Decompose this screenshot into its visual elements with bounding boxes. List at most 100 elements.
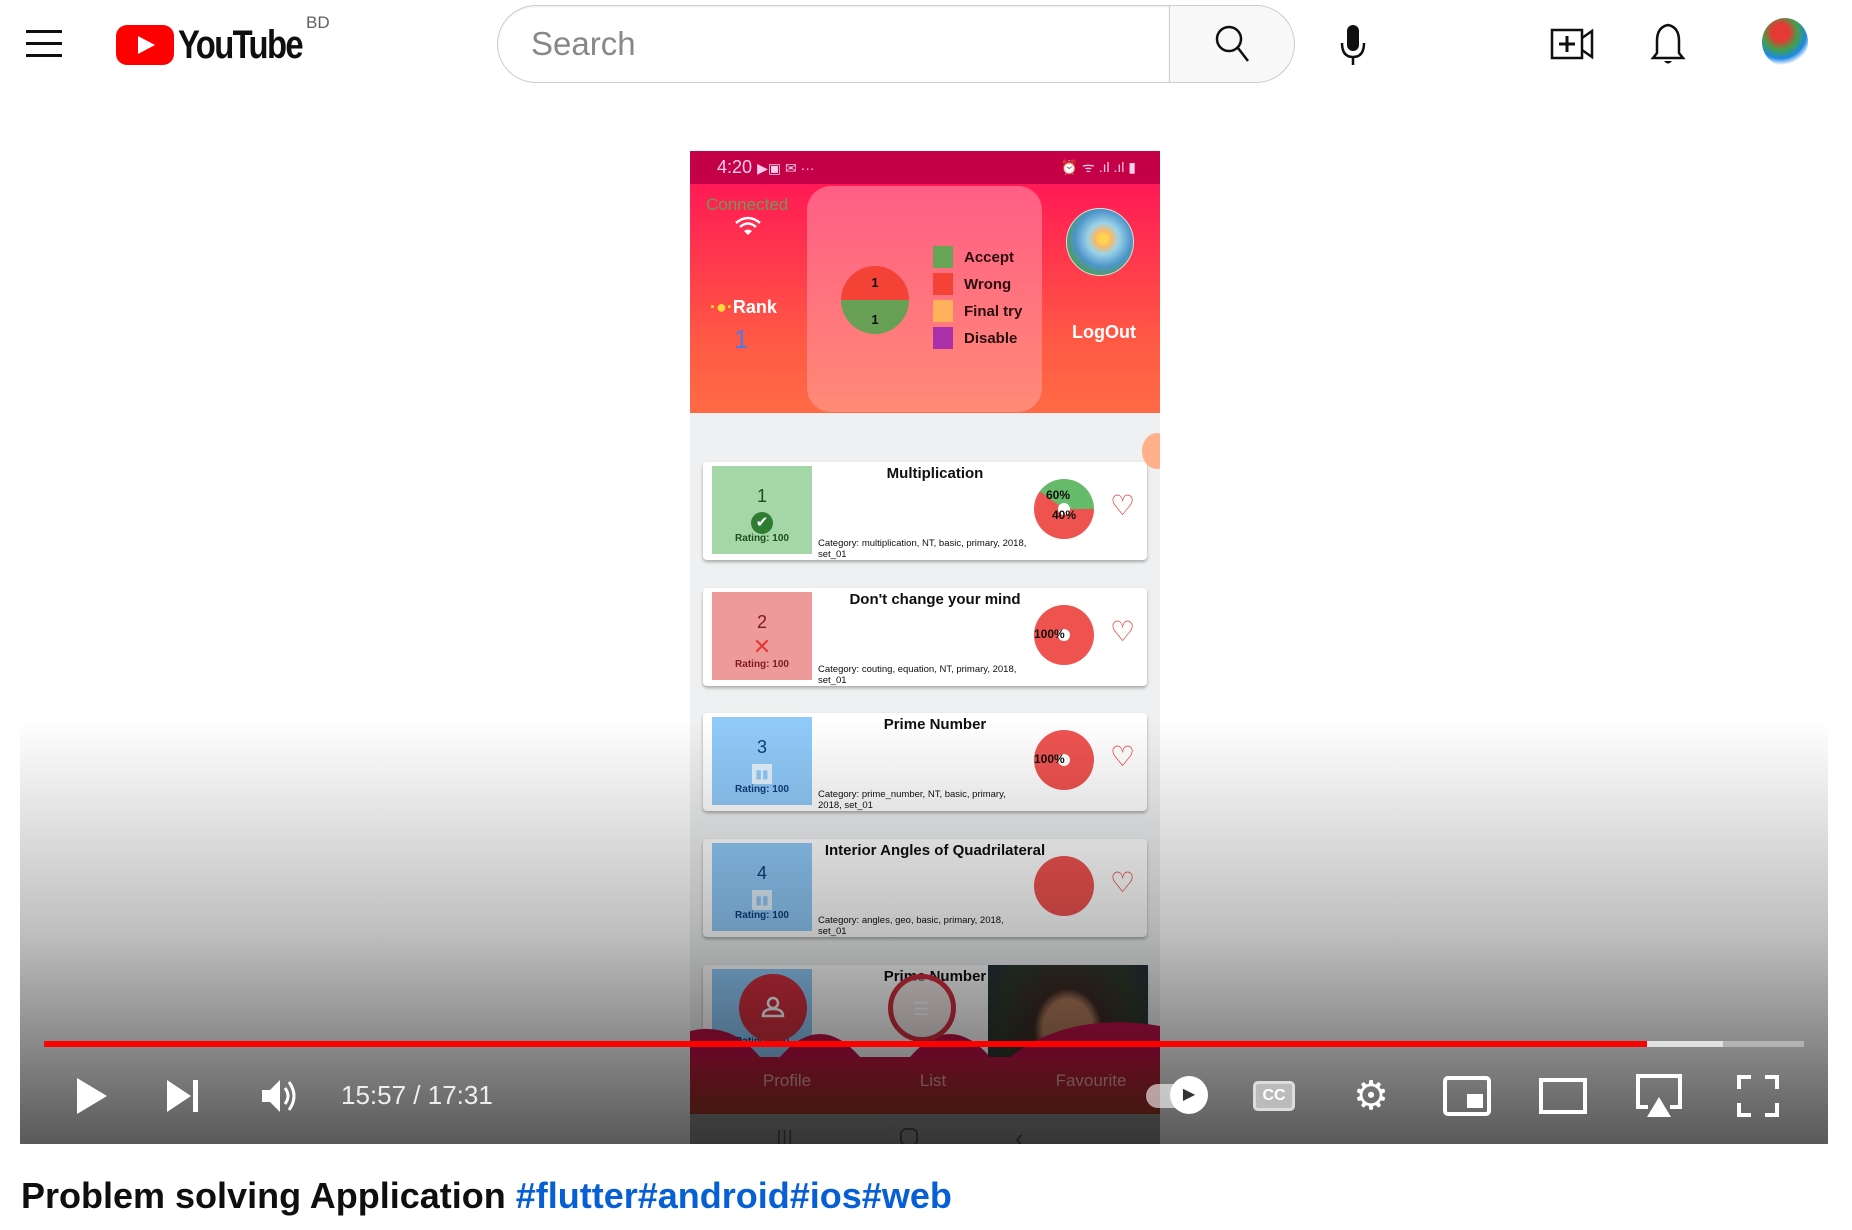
legend-swatch — [933, 327, 953, 349]
problem-number: 4 — [756, 863, 767, 883]
search-input[interactable]: Search — [497, 5, 1169, 83]
legend-label: Accept — [964, 248, 1015, 266]
problem-card[interactable]: 4 ▮▮ Rating: 100 Interior Angles of Quad… — [703, 839, 1147, 937]
heart-icon[interactable]: ♡ — [1110, 492, 1135, 520]
heart-icon[interactable]: ♡ — [1110, 869, 1135, 897]
pie-label: 40% — [1052, 508, 1077, 522]
cast-button[interactable] — [1633, 1072, 1685, 1120]
time-display: 15:57 / 17:31 — [341, 1080, 493, 1110]
legend-item: Accept — [933, 246, 1014, 268]
rank-value: 1 — [734, 324, 749, 354]
youtube-play-icon — [116, 25, 174, 65]
problem-number: 3 — [756, 737, 767, 757]
list-nav-button[interactable]: ☰ — [888, 974, 956, 1042]
problem-title: Prime Number — [883, 716, 987, 733]
problem-title: Multiplication — [886, 465, 984, 482]
microphone-icon — [1340, 25, 1366, 65]
progress-bar[interactable] — [44, 1041, 1804, 1047]
legend-swatch — [933, 273, 953, 295]
bottom-navigation: Profile List Favourite — [690, 1057, 1160, 1114]
problem-category: Category: multiplication, NT, basic, pri… — [818, 538, 1027, 560]
video-frame-phone-screen: 4:20 ▶▣ ✉ ··· ⏰ ᯤ .ıl .ıl ▮ Connected ·●·… — [690, 151, 1160, 1144]
theater-mode-button[interactable] — [1538, 1072, 1588, 1120]
problem-thumbnail: 2 ✕ Rating: 100 — [712, 592, 812, 680]
volume-button[interactable] — [258, 1072, 302, 1120]
bulb-icon: ·●· — [710, 297, 733, 317]
status-right-icons: ⏰ ᯤ .ıl .ıl ▮ — [1060, 159, 1136, 175]
problem-rating: Rating: 100 — [735, 910, 789, 921]
pie-label: 100% — [1034, 627, 1065, 641]
problem-number: 1 — [756, 486, 767, 506]
next-button[interactable] — [161, 1072, 205, 1120]
voice-search-button[interactable] — [1335, 22, 1371, 68]
nav-profile-label[interactable]: Profile — [727, 1071, 847, 1091]
stats-card: 1 1 Accept Wrong Final try Disable — [807, 186, 1042, 412]
recent-apps-icon: ||| — [776, 1126, 794, 1144]
problem-rating: Rating: 100 — [735, 659, 789, 670]
menu-button[interactable] — [26, 30, 62, 58]
captions-button[interactable]: CC — [1250, 1072, 1298, 1120]
played-bar — [44, 1041, 1648, 1047]
problem-rating: Rating: 100 — [735, 784, 789, 795]
search-button[interactable] — [1169, 5, 1295, 83]
profile-nav-button[interactable] — [739, 974, 807, 1042]
problem-thumbnail: 3 ▮▮ Rating: 100 — [712, 717, 812, 805]
result-pie-chart: 100% — [1034, 605, 1094, 665]
status-time: 4:20 — [717, 157, 753, 177]
autoplay-icon: ▶ — [1170, 1076, 1208, 1114]
logout-button[interactable]: LogOut — [1072, 322, 1136, 343]
problem-card[interactable]: 3 ▮▮ Rating: 100 Prime Number Category: … — [703, 713, 1147, 811]
android-nav-bar: ||| ‹ — [690, 1114, 1160, 1144]
home-icon — [900, 1128, 918, 1144]
problem-category: Category: angles, geo, basic, primary, 2… — [818, 915, 1004, 937]
play-button[interactable] — [68, 1072, 116, 1120]
problem-thumbnail: 4 ▮▮ Rating: 100 — [712, 843, 812, 931]
hashtag-links[interactable]: #flutter#android#ios#web — [516, 1175, 952, 1216]
problem-category: Category: couting, equation, NT, primary… — [818, 664, 1017, 686]
back-icon: ‹ — [1015, 1123, 1024, 1144]
legend-label: Final try — [964, 302, 1023, 320]
problem-thumbnail: 1 ✔ Rating: 100 — [712, 466, 812, 554]
result-pie-chart: 100% — [1034, 730, 1094, 790]
person-icon — [761, 996, 785, 1018]
volume-icon — [262, 1080, 296, 1112]
problem-title: Don't change your mind — [849, 591, 1021, 608]
nav-list-label[interactable]: List — [873, 1071, 993, 1091]
legend-swatch — [933, 300, 953, 322]
cross-icon: ✕ — [752, 634, 772, 659]
heart-icon[interactable]: ♡ — [1110, 618, 1135, 646]
result-pie-chart — [1034, 856, 1094, 916]
chart-icon: ▮▮ — [712, 886, 812, 910]
pie-accept-count: 1 — [871, 312, 879, 327]
miniplayer-icon — [1443, 1076, 1491, 1116]
next-icon — [167, 1080, 198, 1112]
nav-favourite-label[interactable]: Favourite — [1031, 1071, 1151, 1091]
pie-label: 60% — [1046, 488, 1071, 502]
autoplay-toggle[interactable]: ▶ — [1138, 1072, 1210, 1120]
profile-avatar[interactable] — [1066, 208, 1134, 276]
miniplayer-button[interactable] — [1442, 1072, 1492, 1120]
cc-icon: CC — [1253, 1081, 1295, 1111]
gear-icon: ⚙ — [1353, 1074, 1389, 1118]
create-video-icon — [1550, 28, 1594, 60]
problem-category: Category: prime_number, NT, basic, prima… — [818, 789, 1006, 811]
stats-pie-chart: 1 1 — [841, 266, 909, 334]
avatar[interactable] — [1762, 18, 1808, 66]
youtube-logo[interactable]: YouTube — [116, 23, 329, 67]
play-icon — [77, 1078, 107, 1114]
search-icon — [1215, 25, 1249, 62]
result-pie-chart: 60% 40% — [1034, 479, 1094, 539]
settings-button[interactable]: ⚙ — [1347, 1072, 1395, 1120]
chart-icon: ▮▮ — [712, 760, 812, 784]
problem-number: 2 — [756, 612, 767, 632]
problem-card[interactable]: 2 ✕ Rating: 100 Don't change your mind C… — [703, 588, 1147, 686]
heart-icon[interactable]: ♡ — [1110, 743, 1135, 771]
notifications-button[interactable] — [1648, 20, 1688, 68]
video-player[interactable]: 4:20 ▶▣ ✉ ··· ⏰ ᯤ .ıl .ıl ▮ Connected ·●·… — [20, 100, 1828, 1144]
connection-status: Connected — [706, 195, 789, 214]
fullscreen-button[interactable] — [1735, 1072, 1781, 1120]
create-button[interactable] — [1550, 24, 1594, 64]
problem-rating: Rating: 100 — [735, 533, 789, 544]
legend-item: Disable — [933, 327, 1017, 349]
problem-card[interactable]: 1 ✔ Rating: 100 Multiplication Category:… — [703, 462, 1147, 560]
